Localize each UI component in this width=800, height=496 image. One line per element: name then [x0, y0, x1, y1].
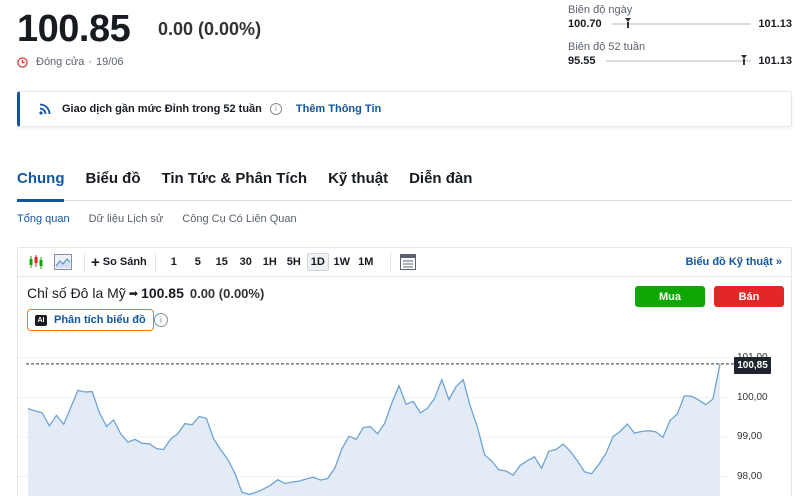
instrument-change: 0.00 (0.00%)	[189, 285, 265, 301]
last-price-label: 100,85	[734, 357, 771, 374]
notice-text: Giao dịch gần mức Đỉnh trong 52 tuần	[62, 103, 262, 115]
timeframe-1[interactable]: 1	[163, 253, 185, 271]
timeframe-1h[interactable]: 1H	[259, 253, 281, 271]
ai-button-label: Phân tích biểu đồ	[54, 314, 146, 326]
status-text: Đóng cửa	[36, 56, 85, 68]
current-price: 100.85	[17, 8, 131, 50]
subtab-historical-data[interactable]: Dữ liệu Lịch sử	[89, 213, 164, 225]
timeframe-1m[interactable]: 1M	[355, 253, 377, 271]
timeframe-list: 1 5 15 30 1H 5H 1D 1W 1M	[162, 253, 378, 271]
day-range-marker	[625, 18, 632, 28]
status-date: 19/06	[96, 56, 124, 68]
y-tick-label: 98,00	[737, 470, 763, 482]
tab-technical[interactable]: Kỹ thuật	[328, 168, 388, 201]
day-range-label: Biên độ ngày	[568, 4, 633, 16]
compare-label: So Sánh	[102, 256, 147, 268]
day-range-high: 101.13	[758, 18, 792, 30]
week52-range-label: Biên độ 52 tuần	[568, 41, 646, 53]
week52-range-low: 95.55	[568, 55, 596, 67]
subtab-related-tools[interactable]: Công Cụ Có Liên Quan	[182, 213, 296, 225]
area-chart-icon[interactable]	[54, 253, 72, 271]
signal-icon	[39, 103, 51, 115]
tab-news-analysis[interactable]: Tin Tức & Phân Tích	[161, 168, 307, 201]
week52-range-track	[605, 55, 752, 65]
timeframe-5[interactable]: 5	[187, 253, 209, 271]
arrow-right-icon: ➡	[128, 287, 139, 300]
toolbar-divider	[389, 253, 391, 271]
sub-tabs: Tổng quan Dữ liệu Lịch sử Công Cụ Có Liê…	[17, 213, 316, 225]
price-chart[interactable]	[18, 342, 791, 496]
y-tick-label: 100,00	[737, 391, 768, 403]
more-info-link[interactable]: Thêm Thông Tin	[296, 103, 381, 115]
toolbar-divider	[154, 253, 156, 271]
week52-range: Biên độ 52 tuần 95.55 101.13	[568, 41, 792, 67]
timeframe-1w[interactable]: 1W	[331, 253, 353, 271]
chart-widget: + So Sánh 1 5 15 30 1H 5H 1D 1W 1M Biểu đồ Kỹ th…	[17, 247, 792, 496]
info-icon[interactable]: i	[269, 103, 282, 115]
ai-icon: AI	[35, 314, 47, 326]
tab-forum[interactable]: Diễn đàn	[409, 168, 472, 201]
instrument-header: Chỉ số Đô la Mỹ ➡ 100.85 0.00 (0.00%)	[27, 285, 264, 301]
day-range-track	[611, 18, 752, 28]
plus-icon: +	[91, 253, 100, 271]
ai-chart-analysis-button[interactable]: AI Phân tích biểu đồ	[27, 309, 154, 331]
price-change: 0.00 (0.00%)	[158, 19, 262, 39]
week52-range-high: 101.13	[758, 55, 792, 67]
technical-chart-link[interactable]: Biểu đồ Kỹ thuật »	[685, 256, 782, 268]
compare-button[interactable]: + So Sánh	[91, 253, 147, 271]
day-range: Biên độ ngày 100.70 101.13	[568, 4, 792, 30]
instrument-name: Chỉ số Đô la Mỹ	[27, 285, 126, 301]
instrument-price: 100.85	[141, 285, 184, 301]
high-notice: Giao dịch gần mức Đỉnh trong 52 tuần i T…	[17, 91, 792, 127]
market-status: Đóng cửa · 19/06	[17, 56, 124, 68]
buy-button[interactable]: Mua	[635, 286, 705, 307]
timeframe-15[interactable]: 15	[211, 253, 233, 271]
main-tabs: Chung Biểu đồ Tin Tức & Phân Tích Kỹ thu…	[17, 168, 792, 202]
tab-overview[interactable]: Chung	[17, 168, 65, 202]
chart-toolbar: + So Sánh 1 5 15 30 1H 5H 1D 1W 1M Biểu đồ Kỹ th…	[18, 248, 791, 277]
status-separator: ·	[88, 56, 93, 68]
sell-button[interactable]: Bán	[714, 286, 784, 307]
candlestick-icon[interactable]	[27, 253, 45, 271]
clock-icon	[17, 56, 28, 68]
info-icon[interactable]: i	[154, 313, 168, 327]
subtab-summary[interactable]: Tổng quan	[17, 213, 70, 225]
tab-chart[interactable]: Biểu đồ	[85, 168, 140, 201]
toolbar-divider	[84, 253, 85, 271]
table-icon[interactable]	[399, 253, 417, 271]
day-range-low: 100.70	[568, 18, 602, 30]
week52-range-marker	[741, 55, 748, 65]
timeframe-1d[interactable]: 1D	[306, 253, 329, 271]
y-tick-label: 99,00	[737, 431, 763, 442]
timeframe-30[interactable]: 30	[235, 253, 257, 271]
timeframe-5h[interactable]: 5H	[283, 253, 305, 271]
